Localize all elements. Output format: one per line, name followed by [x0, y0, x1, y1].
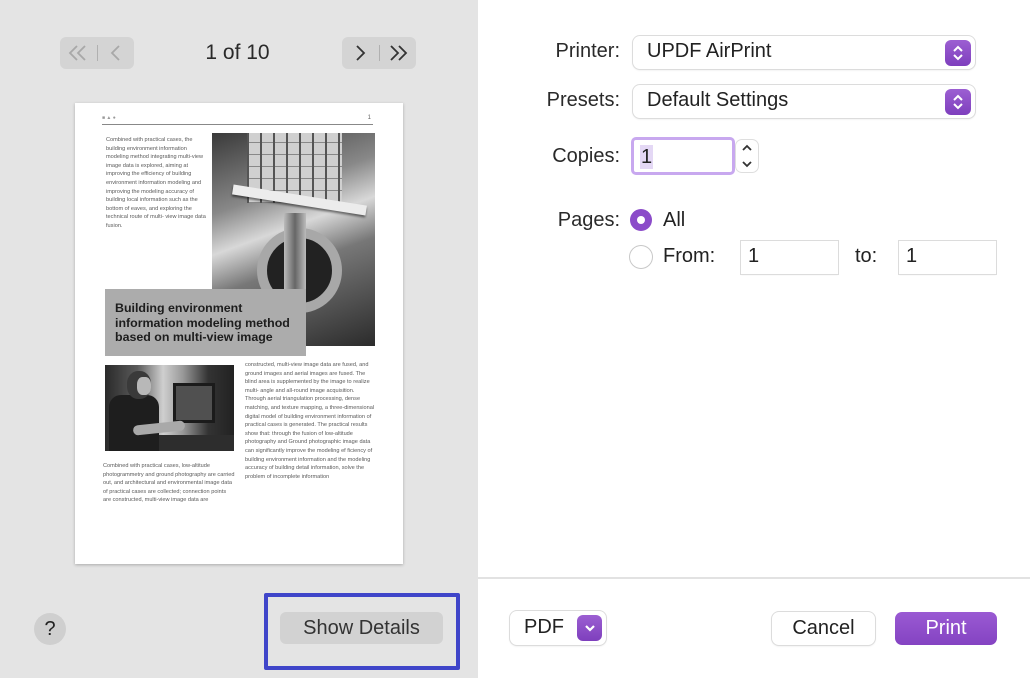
- settings-pane: Printer: UPDF AirPrint Presets: Default …: [478, 0, 1030, 678]
- up-down-chevron-icon: [945, 40, 971, 66]
- cancel-button[interactable]: Cancel: [772, 612, 875, 645]
- page-number: 1: [367, 115, 371, 121]
- printer-label: Printer:: [555, 40, 620, 62]
- page-text-column-1: Combined with practical cases, the build…: [106, 137, 206, 229]
- first-page-button[interactable]: [60, 37, 97, 69]
- presets-select[interactable]: Default Settings: [633, 85, 975, 118]
- next-page-button[interactable]: [342, 37, 379, 69]
- page-title-box: Building environment information modelin…: [105, 289, 306, 356]
- preview-pane: 1 of 10 ■ ▲ ● 1 Combined with practical …: [0, 0, 478, 678]
- pages-all-label: All: [663, 209, 686, 231]
- page-indicator: 1 of 10: [205, 41, 270, 64]
- chevron-up-icon: [742, 144, 752, 151]
- pages-all-radio[interactable]: [630, 209, 652, 231]
- pages-to-label: to:: [855, 245, 878, 267]
- decrement-button[interactable]: [736, 156, 758, 172]
- print-button[interactable]: Print: [895, 612, 997, 645]
- chevron-left-icon: [110, 45, 120, 61]
- prev-nav-group: [60, 37, 134, 69]
- next-nav-group: [342, 37, 416, 69]
- question-mark-icon: ?: [44, 617, 56, 640]
- chevron-down-icon: [577, 615, 602, 641]
- copies-stepper[interactable]: [736, 140, 758, 172]
- page-header: ■ ▲ ● 1: [102, 115, 373, 125]
- footer-divider: [478, 577, 1030, 579]
- pages-from-label: From:: [663, 245, 716, 267]
- presets-value: Default Settings: [647, 89, 789, 111]
- pages-from-input[interactable]: 1: [741, 241, 838, 274]
- pdf-label: PDF: [524, 616, 564, 638]
- pages-label: Pages:: [557, 209, 620, 231]
- printer-value: UPDF AirPrint: [647, 40, 772, 62]
- previous-page-button[interactable]: [98, 37, 135, 69]
- pdf-menu-button[interactable]: PDF: [510, 611, 606, 645]
- person-at-computer-photo: [105, 365, 234, 451]
- copies-label: Copies:: [552, 145, 620, 167]
- double-chevron-left-icon: [68, 45, 86, 61]
- last-page-button[interactable]: [380, 37, 417, 69]
- pages-range-radio[interactable]: [630, 246, 652, 268]
- page-text-column-3: constructed, multi-view image data are f…: [245, 362, 375, 480]
- page-text-column-4: Combined with practical cases, low-altit…: [103, 463, 235, 504]
- chevron-down-icon: [742, 161, 752, 168]
- double-chevron-right-icon: [390, 45, 408, 61]
- increment-button[interactable]: [736, 140, 758, 156]
- presets-label: Presets:: [546, 89, 620, 111]
- copies-value: 1: [640, 145, 654, 169]
- pages-to-input[interactable]: 1: [899, 241, 996, 274]
- printer-select[interactable]: UPDF AirPrint: [633, 36, 975, 69]
- help-button[interactable]: ?: [34, 613, 66, 645]
- page-header-logo: ■ ▲ ●: [102, 115, 116, 121]
- copies-input[interactable]: 1: [631, 137, 735, 175]
- chevron-right-icon: [356, 45, 366, 61]
- up-down-chevron-icon: [945, 89, 971, 115]
- page-title: Building environment information modelin…: [115, 301, 290, 344]
- highlight-annotation-box: [264, 593, 460, 670]
- page-preview-thumbnail: ■ ▲ ● 1 Combined with practical cases, t…: [75, 103, 403, 564]
